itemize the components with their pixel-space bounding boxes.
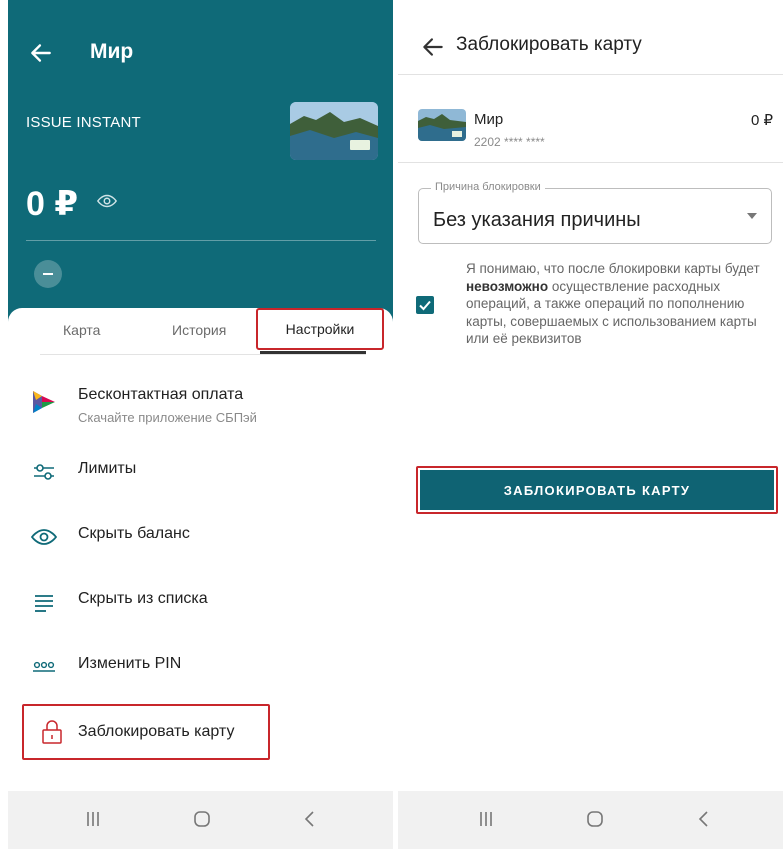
card-summary: Мир 2202 **** **** 0 ₽ <box>398 95 783 157</box>
menu-item-change-pin[interactable]: Изменить PIN <box>30 645 380 685</box>
system-navbar <box>8 791 393 849</box>
list-icon <box>35 595 53 612</box>
check-icon <box>419 300 431 311</box>
page-title: Мир <box>90 40 134 63</box>
card-image <box>290 102 378 160</box>
back-nav-icon[interactable] <box>298 807 322 831</box>
card-screen: Мир ISSUE INSTANT 0 ₽ Карта История Наст… <box>8 0 393 849</box>
select-label: Причина блокировки <box>431 181 545 193</box>
system-navbar <box>398 791 783 849</box>
block-button-highlight: ЗАБЛОКИРОВАТЬ КАРТУ <box>416 466 778 514</box>
card-divider <box>398 162 783 163</box>
minus-action-icon[interactable] <box>34 260 62 288</box>
home-icon[interactable] <box>190 807 214 831</box>
back-arrow-icon[interactable] <box>420 34 446 60</box>
block-card-screen: Заблокировать карту Мир 2202 **** **** 0… <box>398 0 783 849</box>
active-tab-indicator <box>260 351 366 354</box>
menu-item-hide-from-list[interactable]: Скрыть из списка <box>30 580 380 620</box>
menu-label: Скрыть баланс <box>78 525 190 542</box>
back-nav-icon[interactable] <box>692 807 716 831</box>
header-divider <box>26 240 376 241</box>
consent-text: Я понимаю, что после блокировки карты бу… <box>466 260 776 348</box>
select-value: Без указания причины <box>433 209 641 231</box>
tab-history[interactable]: История <box>172 322 226 338</box>
card-header: Мир ISSUE INSTANT 0 ₽ <box>8 0 393 330</box>
consent-emphasis: невозможно <box>466 278 549 294</box>
home-icon[interactable] <box>583 807 607 831</box>
tabs-divider <box>40 354 366 355</box>
dropdown-arrow-icon <box>747 213 757 219</box>
card-image <box>418 109 466 141</box>
card-balance: 0 ₽ <box>26 185 79 223</box>
sbp-pay-icon <box>33 391 55 413</box>
back-arrow-icon[interactable] <box>28 40 54 66</box>
consent-text-part: Я понимаю, что после блокировки карты бу… <box>466 261 760 276</box>
settings-sheet: Карта История Настройки Бесконтактная оп… <box>8 308 393 849</box>
menu-label: Лимиты <box>78 460 137 477</box>
menu-label: Изменить PIN <box>78 655 182 672</box>
consent-checkbox[interactable] <box>416 296 434 314</box>
tab-card[interactable]: Карта <box>63 322 100 338</box>
menu-item-hide-balance[interactable]: Скрыть баланс <box>30 515 380 555</box>
recent-apps-icon[interactable] <box>81 807 105 831</box>
card-number: 2202 **** **** <box>474 135 545 149</box>
card-product-name: ISSUE INSTANT <box>26 114 141 131</box>
card-name: Мир <box>474 111 504 128</box>
sliders-icon <box>34 464 54 480</box>
menu-label: Скрыть из списка <box>78 590 208 607</box>
menu-item-limits[interactable]: Лимиты <box>30 450 380 490</box>
menu-label: Бесконтактная оплата <box>78 386 244 403</box>
page-title: Заблокировать карту <box>456 34 642 55</box>
menu-sublabel: Скачайте приложение СБПэй <box>78 410 257 425</box>
pin-dots-icon <box>33 661 55 672</box>
eye-icon <box>30 529 58 545</box>
menu-label: Заблокировать карту <box>78 723 235 740</box>
recent-apps-icon[interactable] <box>474 807 498 831</box>
block-reason-select[interactable]: Причина блокировки Без указания причины <box>418 181 772 244</box>
header-divider <box>398 74 783 75</box>
block-card-button[interactable]: ЗАБЛОКИРОВАТЬ КАРТУ <box>420 470 774 510</box>
menu-item-block-card[interactable]: Заблокировать карту <box>22 704 270 760</box>
show-balance-eye-icon[interactable] <box>96 190 118 212</box>
menu-item-contactless-pay[interactable]: Бесконтактная оплата Скачайте приложение… <box>30 380 380 430</box>
card-balance: 0 ₽ <box>750 112 773 129</box>
tab-settings[interactable]: Настройки <box>256 308 384 350</box>
lock-icon <box>42 720 62 744</box>
